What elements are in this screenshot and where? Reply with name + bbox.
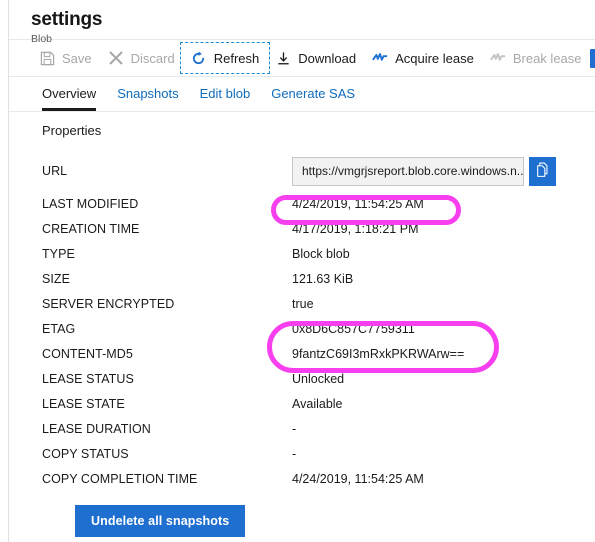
break-lease-button[interactable]: Break lease bbox=[482, 45, 590, 71]
property-value: Available bbox=[292, 396, 343, 411]
refresh-label: Refresh bbox=[213, 50, 260, 66]
property-value: 4/24/2019, 11:54:25 AM bbox=[292, 196, 424, 211]
property-label: LAST MODIFIED bbox=[42, 196, 139, 211]
overflow-command-icon[interactable] bbox=[589, 48, 595, 68]
acquire-lease-button[interactable]: Acquire lease bbox=[364, 45, 482, 71]
property-row: CREATION TIME 4/17/2019, 1:18:21 PM bbox=[42, 216, 595, 241]
property-row: SIZE 121.63 KiB bbox=[42, 266, 595, 291]
acquire-lease-label: Acquire lease bbox=[395, 50, 474, 66]
tab-overview[interactable]: Overview bbox=[42, 86, 97, 111]
property-value: 4/24/2019, 11:54:25 AM bbox=[292, 471, 424, 486]
property-label: ETAG bbox=[42, 321, 76, 336]
tab-edit-blob[interactable]: Edit blob bbox=[200, 86, 251, 111]
property-value: Unlocked bbox=[292, 371, 345, 386]
tab-generate-sas[interactable]: Generate SAS bbox=[271, 86, 355, 111]
properties-heading: Properties bbox=[42, 123, 102, 138]
footer-actions: Undelete all snapshots bbox=[42, 491, 595, 537]
property-label: SERVER ENCRYPTED bbox=[42, 296, 175, 311]
property-value: Block blob bbox=[292, 246, 350, 261]
property-label: LEASE STATUS bbox=[42, 371, 134, 386]
property-value: - bbox=[292, 446, 297, 461]
url-value-field[interactable]: https://vmgrjsreport.blob.core.windows.n… bbox=[292, 156, 524, 186]
discard-icon bbox=[108, 50, 124, 66]
save-label: Save bbox=[62, 50, 92, 66]
save-icon bbox=[39, 50, 55, 66]
property-label: CREATION TIME bbox=[42, 221, 140, 236]
url-box: https://vmgrjsreport.blob.core.windows.n… bbox=[292, 156, 556, 186]
property-row: ETAG 0x8D6C857C7759311 bbox=[42, 316, 595, 341]
property-row: LEASE DURATION - bbox=[42, 416, 595, 441]
property-value: 4/17/2019, 1:18:21 PM bbox=[292, 221, 419, 236]
property-row: LEASE STATUS Unlocked bbox=[42, 366, 595, 391]
refresh-button[interactable]: Refresh bbox=[179, 42, 271, 74]
property-row-url: URL https://vmgrjsreport.blob.core.windo… bbox=[42, 151, 595, 191]
discard-label: Discard bbox=[130, 50, 175, 66]
download-icon bbox=[275, 50, 291, 66]
blob-settings-blade: settings Blob Save Discard Refresh Downl… bbox=[8, 0, 595, 542]
property-value: 0x8D6C857C7759311 bbox=[292, 321, 415, 336]
tab-snapshots[interactable]: Snapshots bbox=[117, 86, 178, 111]
property-row: SERVER ENCRYPTED true bbox=[42, 291, 595, 316]
undelete-all-snapshots-button[interactable]: Undelete all snapshots bbox=[75, 505, 246, 537]
property-label: TYPE bbox=[42, 246, 75, 261]
discard-button[interactable]: Discard bbox=[100, 45, 183, 71]
page-title: settings bbox=[31, 9, 103, 30]
property-label: LEASE DURATION bbox=[42, 421, 151, 436]
property-value: true bbox=[292, 296, 314, 311]
property-label: COPY COMPLETION TIME bbox=[42, 471, 198, 486]
properties-panel: Properties URL https://vmgrjsreport.blob… bbox=[9, 112, 595, 537]
property-row: CONTENT-MD5 9fantzC69I3mRxkPKRWArw== bbox=[42, 341, 595, 366]
property-row: LAST MODIFIED 4/24/2019, 11:54:25 AM bbox=[42, 191, 595, 216]
property-value: - bbox=[292, 421, 297, 436]
break-lease-icon bbox=[489, 50, 506, 66]
property-value: 9fantzC69I3mRxkPKRWArw== bbox=[292, 346, 465, 361]
download-button[interactable]: Download bbox=[267, 45, 364, 71]
break-lease-label: Break lease bbox=[512, 50, 582, 66]
blade-header: settings Blob bbox=[9, 0, 595, 45]
save-button[interactable]: Save bbox=[31, 45, 100, 71]
tab-strip: Overview Snapshots Edit blob Generate SA… bbox=[9, 77, 595, 112]
property-label-url: URL bbox=[42, 164, 68, 178]
command-bar: Save Discard Refresh Download Acquire le… bbox=[9, 40, 595, 77]
download-label: Download bbox=[298, 50, 357, 66]
property-value: 121.63 KiB bbox=[292, 271, 354, 286]
property-label: SIZE bbox=[42, 271, 70, 286]
property-row: TYPE Block blob bbox=[42, 241, 595, 266]
property-row: COPY STATUS - bbox=[42, 441, 595, 466]
property-row: COPY COMPLETION TIME 4/24/2019, 11:54:25… bbox=[42, 466, 595, 491]
property-label: CONTENT-MD5 bbox=[42, 346, 133, 361]
lease-icon bbox=[372, 50, 388, 66]
copy-icon bbox=[535, 162, 550, 181]
property-label: LEASE STATE bbox=[42, 396, 125, 411]
property-label: COPY STATUS bbox=[42, 446, 129, 461]
property-row: LEASE STATE Available bbox=[42, 391, 595, 416]
refresh-icon bbox=[191, 50, 207, 66]
copy-url-button[interactable] bbox=[529, 156, 556, 186]
